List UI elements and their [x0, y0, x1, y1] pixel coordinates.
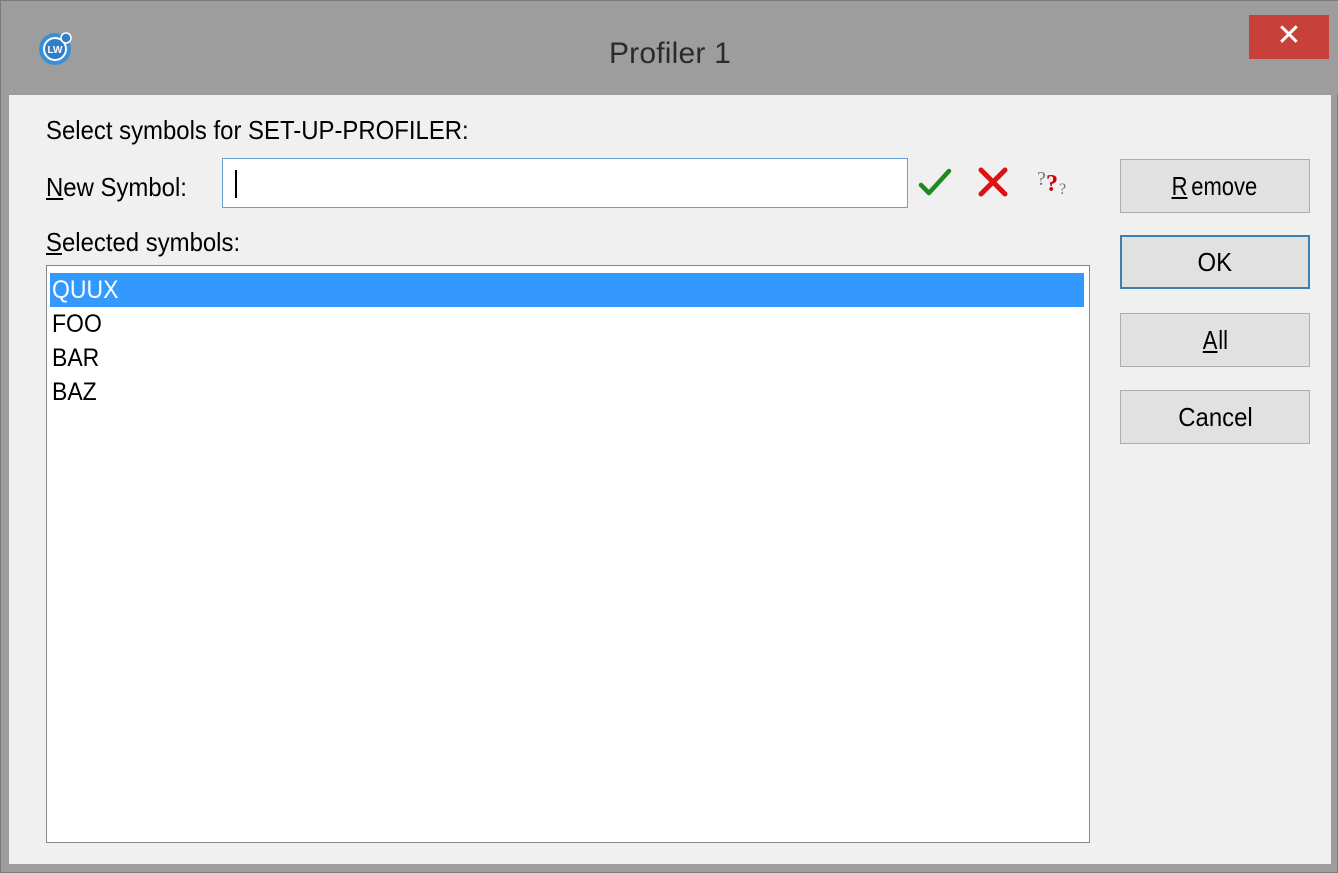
- text-caret: [235, 170, 237, 198]
- close-icon: ✕: [1276, 19, 1302, 52]
- list-item[interactable]: BAR: [50, 341, 1084, 375]
- prompt-label: Select symbols for SET-UP-PROFILER:: [46, 115, 469, 145]
- window-title: Profiler 1: [608, 37, 732, 70]
- svg-text:?: ?: [1037, 168, 1046, 190]
- dialog-body: Select symbols for SET-UP-PROFILER: New …: [9, 95, 1331, 864]
- new-symbol-input[interactable]: [222, 158, 908, 208]
- question-marks-icon[interactable]: ? ? ?: [1035, 161, 1075, 203]
- cancel-button[interactable]: Cancel: [1120, 390, 1310, 444]
- selected-symbols-label: Selected symbols:: [46, 227, 241, 257]
- close-button[interactable]: ✕: [1249, 15, 1329, 59]
- list-item[interactable]: BAZ: [50, 375, 1084, 409]
- ok-button[interactable]: OK: [1120, 235, 1310, 289]
- svg-text:?: ?: [1059, 181, 1066, 198]
- all-button[interactable]: All: [1120, 313, 1310, 367]
- title-bar[interactable]: LW Profiler 1 ✕: [1, 1, 1338, 95]
- remove-button[interactable]: Remove: [1120, 159, 1310, 213]
- list-item[interactable]: QUUX: [50, 273, 1084, 307]
- profiler-dialog: LW Profiler 1 ✕ Select symbols for SET-U…: [0, 0, 1338, 873]
- svg-text:?: ?: [1046, 171, 1058, 197]
- new-symbol-label: New Symbol:: [46, 172, 187, 202]
- list-item[interactable]: FOO: [50, 307, 1084, 341]
- selected-symbols-list[interactable]: QUUX FOO BAR BAZ: [46, 265, 1090, 843]
- red-cross-icon[interactable]: [973, 161, 1013, 203]
- green-check-icon[interactable]: [915, 161, 955, 203]
